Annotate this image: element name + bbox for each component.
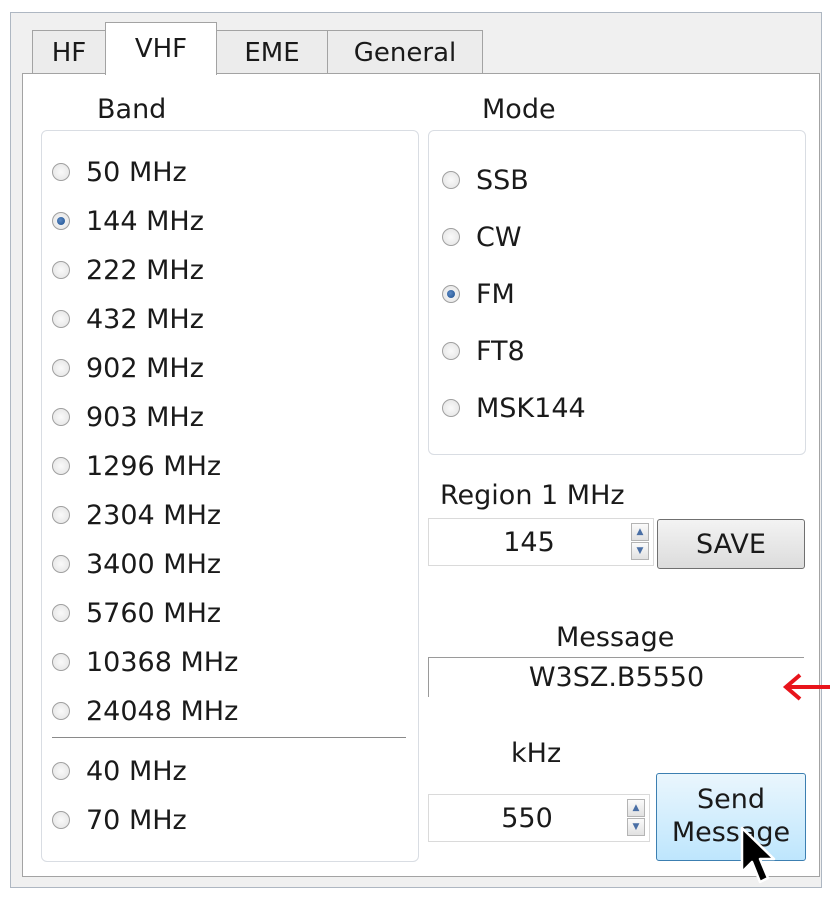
radio-label: 1296 MHz [86, 450, 222, 482]
message-field[interactable]: W3SZ.B5550 [428, 657, 804, 697]
khz-stepper[interactable]: 550 ▲ ▼ [428, 794, 650, 842]
mode-option-cw[interactable]: CW [442, 217, 522, 257]
red-arrow-icon [782, 673, 830, 701]
radio-button[interactable] [52, 702, 70, 720]
region-mhz-stepper[interactable]: 145 ▲ ▼ [428, 518, 654, 566]
spin-up-icon[interactable]: ▲ [627, 799, 645, 817]
tab-hf[interactable]: HF [32, 30, 106, 74]
tab-eme[interactable]: EME [216, 30, 328, 74]
spin-down-icon[interactable]: ▼ [631, 542, 649, 560]
radio-label: FM [476, 278, 515, 310]
radio-button[interactable] [52, 762, 70, 780]
radio-label: 5760 MHz [86, 597, 222, 629]
region-mhz-value: 145 [503, 526, 555, 558]
save-button[interactable]: SAVE [657, 519, 805, 569]
khz-spin-buttons: ▲ ▼ [627, 799, 645, 837]
band-option-903[interactable]: 903 MHz [52, 397, 204, 437]
radio-label: 10368 MHz [86, 646, 239, 678]
band-group-title: Band [97, 94, 167, 125]
khz-label: kHz [511, 738, 562, 769]
radio-label: 3400 MHz [86, 548, 222, 580]
spin-down-icon[interactable]: ▼ [627, 818, 645, 836]
band-option-24048[interactable]: 24048 MHz [52, 691, 238, 731]
band-option-1296[interactable]: 1296 MHz [52, 446, 221, 486]
radio-label: 70 MHz [86, 804, 187, 836]
radio-button[interactable] [442, 228, 460, 246]
band-option-2304[interactable]: 2304 MHz [52, 495, 221, 535]
mode-option-fm[interactable]: FM [442, 274, 515, 314]
mode-option-ssb[interactable]: SSB [442, 160, 529, 200]
mode-group-title: Mode [482, 94, 556, 125]
tab-vhf[interactable]: VHF [105, 22, 217, 75]
radio-button[interactable] [52, 261, 70, 279]
radio-label: 2304 MHz [86, 499, 222, 531]
radio-button[interactable] [442, 171, 460, 189]
spin-up-icon[interactable]: ▲ [631, 523, 649, 541]
message-label: Message [556, 622, 675, 653]
radio-button[interactable] [442, 399, 460, 417]
band-option-5760[interactable]: 5760 MHz [52, 593, 221, 633]
tab-general[interactable]: General [327, 30, 483, 74]
band-option-10368[interactable]: 10368 MHz [52, 642, 238, 682]
radio-button[interactable] [52, 408, 70, 426]
band-separator [52, 737, 406, 739]
radio-button[interactable] [442, 342, 460, 360]
radio-label: MSK144 [476, 392, 586, 424]
radio-label: CW [476, 221, 522, 253]
mode-option-msk144[interactable]: MSK144 [442, 388, 586, 428]
band-option-3400[interactable]: 3400 MHz [52, 544, 221, 584]
region-label: Region 1 MHz [440, 480, 625, 511]
radio-label: 222 MHz [86, 254, 204, 286]
radio-label: 40 MHz [86, 755, 187, 787]
radio-button[interactable] [442, 285, 460, 303]
band-option-222[interactable]: 222 MHz [52, 250, 204, 290]
radio-button[interactable] [52, 604, 70, 622]
khz-value: 550 [501, 802, 553, 834]
mouse-pointer-icon [740, 826, 776, 884]
band-option-144[interactable]: 144 MHz [52, 201, 204, 241]
radio-button[interactable] [52, 506, 70, 524]
radio-label: 902 MHz [86, 352, 204, 384]
radio-label: SSB [476, 164, 529, 196]
region-spin-buttons: ▲ ▼ [631, 523, 649, 561]
band-option-432[interactable]: 432 MHz [52, 299, 204, 339]
band-option-70[interactable]: 70 MHz [52, 800, 187, 840]
band-option-40[interactable]: 40 MHz [52, 751, 187, 791]
radio-button[interactable] [52, 811, 70, 829]
radio-label: 50 MHz [86, 156, 187, 188]
radio-label: 903 MHz [86, 401, 204, 433]
radio-label: 432 MHz [86, 303, 204, 335]
radio-button[interactable] [52, 653, 70, 671]
radio-button[interactable] [52, 163, 70, 181]
mode-option-ft8[interactable]: FT8 [442, 331, 525, 371]
radio-button[interactable] [52, 310, 70, 328]
radio-label: 24048 MHz [86, 695, 239, 727]
band-option-902[interactable]: 902 MHz [52, 348, 204, 388]
send-message-button[interactable]: Send Message [656, 773, 806, 861]
radio-label: 144 MHz [86, 205, 204, 237]
radio-button[interactable] [52, 555, 70, 573]
radio-label: FT8 [476, 335, 525, 367]
band-option-50[interactable]: 50 MHz [52, 152, 187, 192]
radio-button[interactable] [52, 359, 70, 377]
radio-button[interactable] [52, 212, 70, 230]
radio-button[interactable] [52, 457, 70, 475]
